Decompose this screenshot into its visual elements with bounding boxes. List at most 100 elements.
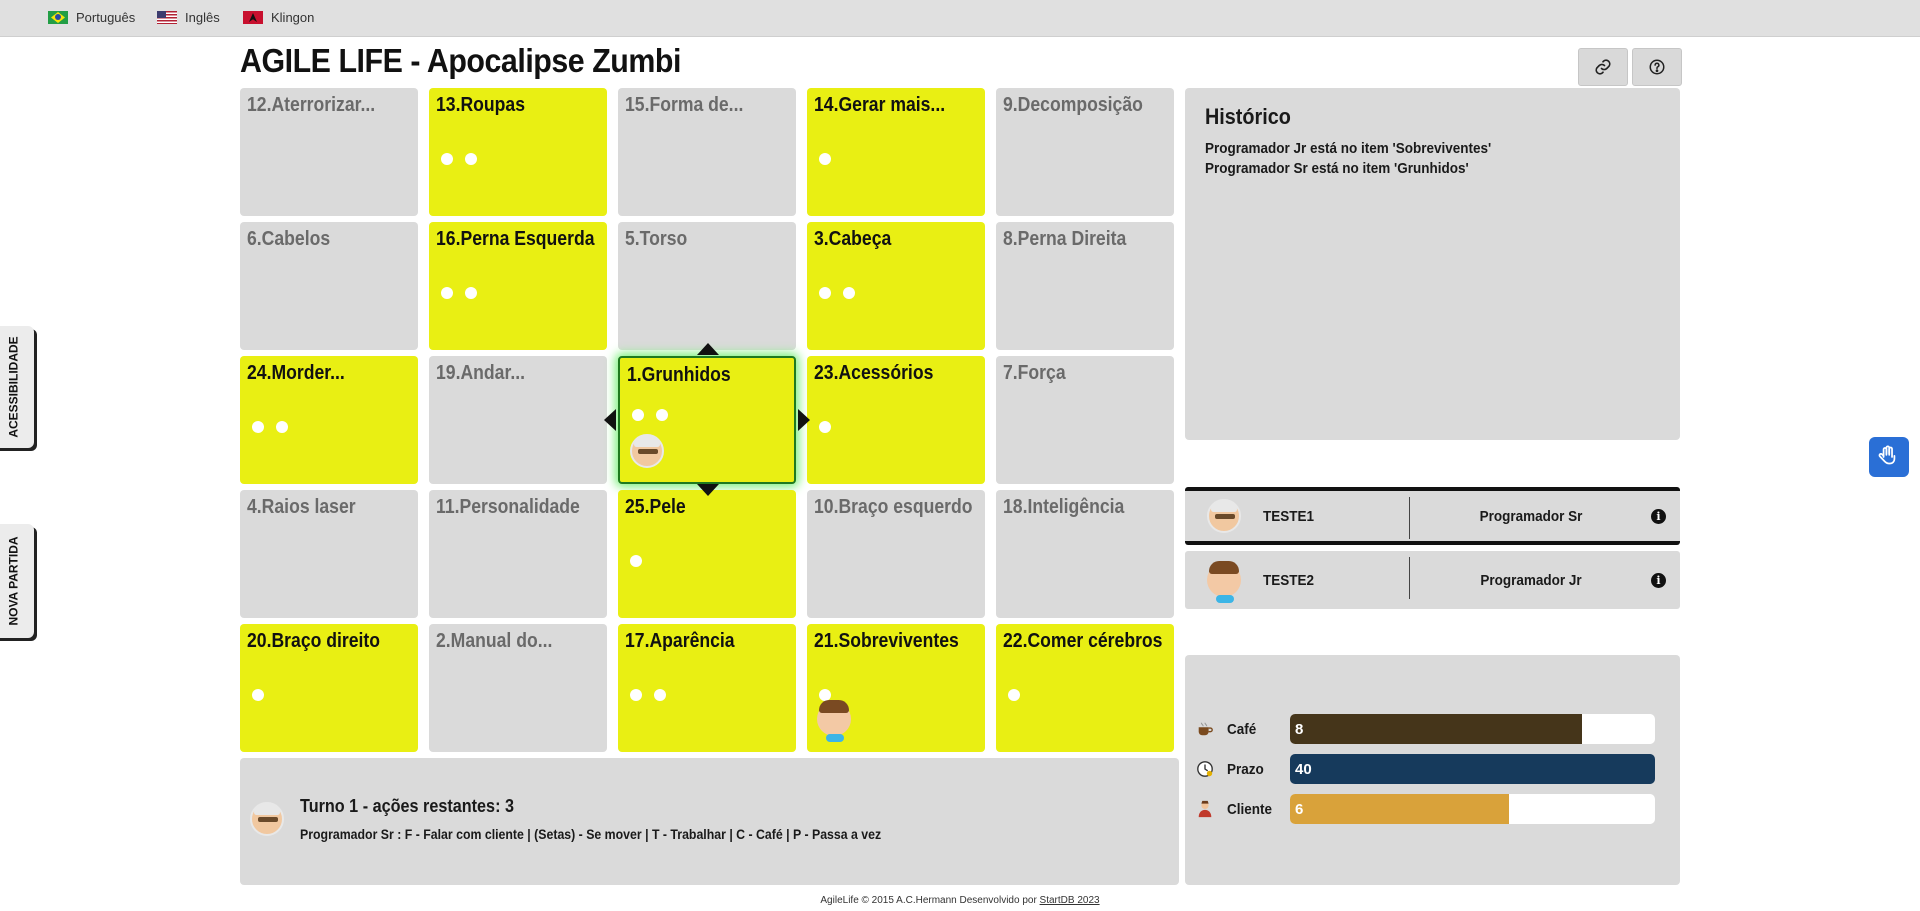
board-cell[interactable]: 4.Raios laser (240, 490, 418, 618)
board-cell[interactable]: 10.Braço esquerdo (807, 490, 985, 618)
cell-label: 6.Cabelos (247, 228, 331, 250)
page-title: AGILE LIFE - Apocalipse Zumbi (240, 42, 681, 79)
history-line: Programador Jr está no item 'Sobrevivent… (1205, 140, 1492, 157)
board-cell[interactable]: 25.Pele (618, 490, 796, 618)
board-cell[interactable]: 17.Aparência (618, 624, 796, 752)
history-line: Programador Sr está no item 'Grunhidos' (1205, 160, 1469, 177)
language-english[interactable]: Inglês (157, 10, 220, 25)
board-cell[interactable]: 3.Cabeça (807, 222, 985, 350)
junior-programmer-avatar (1207, 561, 1241, 603)
cell-label: 16.Perna Esquerda (436, 228, 595, 250)
cell-label: 7.Força (1003, 362, 1066, 384)
player-card-teste1[interactable]: TESTE1 Programador Sr i (1185, 487, 1680, 545)
senior-programmer-token (630, 434, 664, 468)
cell-label: 14.Gerar mais... (814, 94, 946, 116)
footer-link[interactable]: StartDB 2023 (1040, 895, 1100, 906)
senior-programmer-avatar (250, 802, 284, 836)
player-name: TESTE2 (1263, 571, 1315, 589)
board-cell[interactable]: 13.Roupas (429, 88, 607, 216)
deadline-bar-fill: 40 (1290, 754, 1655, 784)
work-dot (630, 689, 642, 701)
resource-value: 6 (1295, 800, 1304, 818)
player-card-teste2[interactable]: TESTE2 Programador Jr i (1185, 551, 1680, 609)
language-klingon[interactable]: Klingon (243, 10, 314, 25)
turn-info: Turno 1 - ações restantes: 3 (300, 796, 514, 816)
board-cell[interactable]: 14.Gerar mais... (807, 88, 985, 216)
board-cell[interactable]: 6.Cabelos (240, 222, 418, 350)
language-bar: Português Inglês Klingon (0, 0, 1920, 37)
cell-label: 24.Morder... (247, 362, 345, 384)
board-cell[interactable]: 22.Comer cérebros (996, 624, 1174, 752)
help-button[interactable] (1632, 48, 1682, 86)
deadline-bar: 40 (1290, 754, 1655, 784)
work-dot (1008, 689, 1020, 701)
info-icon[interactable]: i (1651, 572, 1666, 588)
board-cell[interactable]: 19.Andar... (429, 356, 607, 484)
share-link-button[interactable] (1578, 48, 1628, 86)
cell-label: 18.Inteligência (1003, 496, 1125, 518)
board-cell[interactable]: 24.Morder... (240, 356, 418, 484)
board-cell[interactable]: 11.Personalidade (429, 490, 607, 618)
cell-label: 25.Pele (625, 496, 686, 518)
board-cell[interactable]: 5.Torso (618, 222, 796, 350)
cell-label: 19.Andar... (436, 362, 526, 384)
player-role: Programador Jr (1480, 571, 1582, 589)
player-role: Programador Sr (1479, 507, 1583, 525)
history-panel: Histórico Programador Jr está no item 'S… (1185, 88, 1680, 440)
client-bar: 6 (1290, 794, 1655, 824)
move-up-arrow-icon[interactable] (697, 343, 719, 355)
cell-label: 12.Aterrorizar... (247, 94, 376, 116)
move-down-arrow-icon[interactable] (697, 484, 719, 496)
work-dot (465, 153, 477, 165)
footer: AgileLife © 2015 A.C.Hermann Desenvolvid… (0, 895, 1920, 906)
work-dot (465, 287, 477, 299)
coffee-icon (1195, 719, 1215, 739)
turn-status-panel: Turno 1 - ações restantes: 3 Programador… (240, 758, 1179, 885)
divider (1409, 497, 1410, 539)
cell-label: 4.Raios laser (247, 496, 356, 518)
resources-panel: Café 8 Prazo 40 Cliente 6 (1185, 655, 1680, 885)
divider (1409, 557, 1410, 599)
cell-label: 22.Comer cérebros (1003, 630, 1163, 652)
client-icon (1195, 799, 1215, 819)
help-icon (1649, 59, 1665, 75)
work-dot (276, 421, 288, 433)
work-dots (441, 286, 489, 304)
board-cell[interactable]: 7.Força (996, 356, 1174, 484)
resource-client: Cliente 6 (1195, 794, 1675, 824)
board-cell[interactable]: 16.Perna Esquerda (429, 222, 607, 350)
sign-language-button[interactable] (1869, 437, 1909, 477)
info-icon[interactable]: i (1651, 508, 1666, 524)
board-cell[interactable]: 20.Braço direito (240, 624, 418, 752)
board-cell[interactable]: 18.Inteligência (996, 490, 1174, 618)
board-cell[interactable]: 23.Acessórios (807, 356, 985, 484)
move-right-arrow-icon[interactable] (798, 409, 810, 431)
board-cell[interactable]: 1.Grunhidos (618, 356, 796, 484)
work-dots (1008, 688, 1032, 706)
board-cell[interactable]: 2.Manual do... (429, 624, 607, 752)
board-cell[interactable]: 15.Forma de... (618, 88, 796, 216)
resource-value: 40 (1295, 760, 1312, 778)
language-label: Inglês (185, 10, 220, 25)
language-portuguese[interactable]: Português (48, 10, 135, 25)
board-cell[interactable]: 8.Perna Direita (996, 222, 1174, 350)
cell-label: 9.Decomposição (1003, 94, 1143, 116)
board-cell[interactable]: 21.Sobreviventes (807, 624, 985, 752)
board-cell[interactable]: 9.Decomposição (996, 88, 1174, 216)
work-dots (252, 420, 300, 438)
history-title: Histórico (1205, 104, 1291, 129)
cell-label: 3.Cabeça (814, 228, 892, 250)
work-dot (632, 409, 644, 421)
cell-label: 5.Torso (625, 228, 688, 250)
cell-label: 13.Roupas (436, 94, 526, 116)
work-dots (819, 152, 843, 170)
board-cell[interactable]: 12.Aterrorizar... (240, 88, 418, 216)
work-dot (252, 421, 264, 433)
work-dots (632, 408, 680, 426)
key-commands: Programador Sr : F - Falar com cliente |… (300, 826, 882, 842)
accessibility-tab[interactable]: ACESSIBILIDADE (0, 326, 34, 448)
work-dot (843, 287, 855, 299)
move-left-arrow-icon[interactable] (604, 409, 616, 431)
new-game-tab[interactable]: NOVA PARTIDA (0, 524, 34, 638)
footer-text: AgileLife © 2015 A.C.Hermann Desenvolvid… (820, 895, 1040, 906)
